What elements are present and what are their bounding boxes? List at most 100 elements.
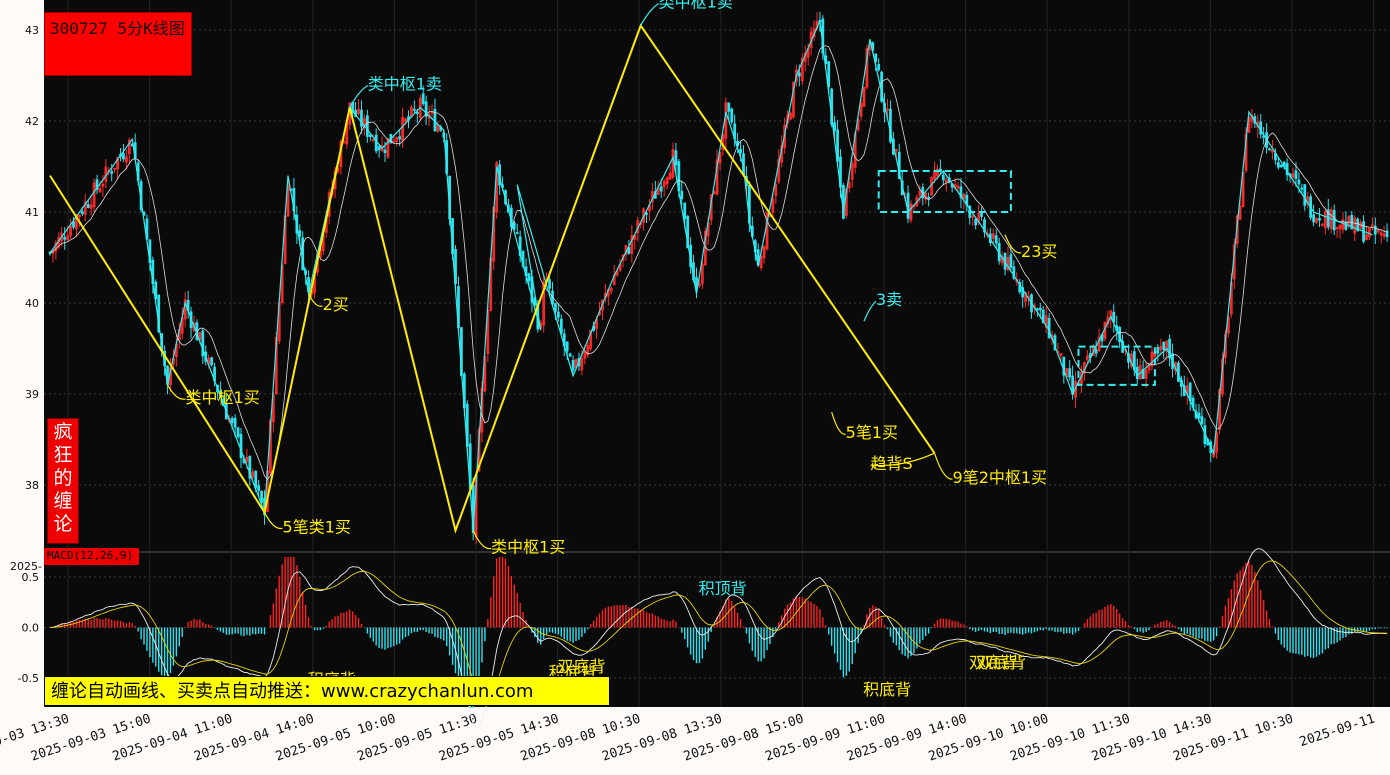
candle-body — [971, 215, 975, 218]
candle-body — [527, 273, 531, 282]
candle-body — [739, 148, 742, 154]
candle-body — [72, 221, 75, 228]
annotation-label: 23买 — [1021, 242, 1057, 261]
candle-body — [236, 427, 240, 437]
side-label: 疯 狂 的 缠 论 — [47, 418, 79, 544]
candle-body — [1276, 162, 1280, 168]
candle-body — [659, 186, 663, 192]
time-axis: 2025-09-03 13:302025-09-03 15:002025-09-… — [0, 712, 1377, 765]
macd-annotation-label: 积底背 — [863, 680, 911, 699]
candle-body — [113, 167, 117, 170]
candle-body — [210, 357, 213, 366]
side-label-char: 疯 — [53, 421, 73, 443]
candle-body — [413, 108, 416, 111]
chart-title: 300727 5分K线图 — [50, 19, 185, 38]
annotation-label: 类中枢1卖 — [659, 0, 733, 11]
candle-body — [974, 218, 978, 226]
candle-body — [994, 235, 998, 244]
candle-body — [1279, 164, 1283, 168]
clipped-axis-label: 2025- — [10, 560, 42, 573]
price-axis: 43 42 41 40 39 38 — [25, 24, 39, 492]
annotation-label: 类中枢1卖 — [368, 74, 442, 93]
candle-body — [230, 418, 234, 423]
candle-body — [63, 236, 67, 240]
annotation-label: 5笔类1买 — [283, 517, 351, 536]
candle-body — [257, 485, 261, 491]
candle-body — [421, 93, 425, 105]
macd-tick-label: -0.5 — [18, 672, 39, 685]
candle-body — [365, 115, 369, 137]
candle-body — [842, 185, 845, 219]
candle-body — [1259, 121, 1263, 135]
y-tick-label: 41 — [25, 206, 39, 219]
candle-body — [565, 341, 569, 352]
candle-body — [80, 211, 84, 214]
macd-annotation-label: 双底背 — [558, 657, 606, 676]
side-label-char: 的 — [53, 467, 73, 489]
candle-body — [548, 279, 551, 289]
candle-body — [1300, 187, 1304, 190]
candle-body — [1038, 307, 1042, 311]
candle-body — [877, 64, 881, 71]
candle-body — [1200, 416, 1204, 425]
candle-body — [1035, 308, 1039, 311]
y-tick-label: 40 — [25, 297, 39, 310]
candle-body — [645, 212, 648, 215]
candle-body — [415, 111, 419, 114]
candle-body — [86, 204, 90, 208]
candle-body — [683, 202, 687, 220]
candle-body — [1162, 342, 1166, 350]
candle-body — [797, 72, 801, 77]
candle-body — [1303, 184, 1307, 206]
annotation-label: 3卖 — [876, 290, 902, 309]
candle-body — [1318, 217, 1321, 221]
candle-body — [695, 277, 698, 289]
candle-body — [680, 190, 684, 200]
candle-body — [1094, 349, 1098, 354]
y-tick-label: 42 — [25, 115, 39, 128]
candle-body — [557, 311, 560, 318]
annotation-label: 2买 — [323, 295, 349, 314]
candle-body — [377, 146, 381, 151]
candle-body — [368, 134, 372, 138]
candle-body — [1344, 221, 1348, 230]
y-tick-label: 38 — [25, 479, 39, 492]
macd-annotation-label: 双底背 — [978, 653, 1026, 672]
candle-body — [927, 196, 931, 199]
candle-body — [1009, 254, 1013, 268]
macd-axis: 0.50.0-0.5 — [18, 571, 39, 685]
candle-body — [398, 136, 402, 140]
candle-body — [727, 102, 731, 112]
candle-body — [122, 153, 125, 160]
candle-body — [1197, 412, 1201, 419]
side-label-char: 缠 — [53, 490, 73, 512]
side-label-char: 论 — [53, 513, 73, 535]
annotation-label: 5笔1买 — [846, 423, 898, 442]
candle-body — [1294, 170, 1298, 180]
candle-body — [941, 174, 945, 181]
candle-body — [260, 490, 263, 503]
candle-body — [1268, 148, 1271, 151]
candle-body — [515, 232, 519, 235]
annotation-label: 9笔2中枢1买 — [953, 468, 1048, 487]
candle-body — [886, 108, 889, 111]
candle-body — [554, 303, 557, 312]
candle-body — [1321, 223, 1324, 226]
chart-title-box: 300727 5分K线图 — [44, 12, 192, 76]
price-panel-bg — [44, 0, 1390, 552]
candle-body — [110, 171, 114, 174]
macd-label: MACD(12,26,9) — [44, 548, 139, 565]
y-tick-label: 39 — [25, 388, 39, 401]
candle-body — [233, 417, 237, 428]
candle-body — [730, 108, 734, 123]
candle-body — [298, 230, 302, 237]
candle-body — [1335, 227, 1339, 230]
y-tick-label: 43 — [25, 24, 39, 37]
annotation-label: 趋背S — [871, 454, 913, 473]
kline-chart: 43 42 41 40 39 38 0.50.0-0.5 2025-09-03 13:30… — [0, 0, 1390, 765]
candle-body — [239, 433, 243, 459]
candle-body — [254, 470, 258, 489]
macd-annotation-label: 积顶背 — [699, 579, 747, 598]
candle-body — [371, 139, 375, 142]
candle-body — [1297, 179, 1301, 185]
